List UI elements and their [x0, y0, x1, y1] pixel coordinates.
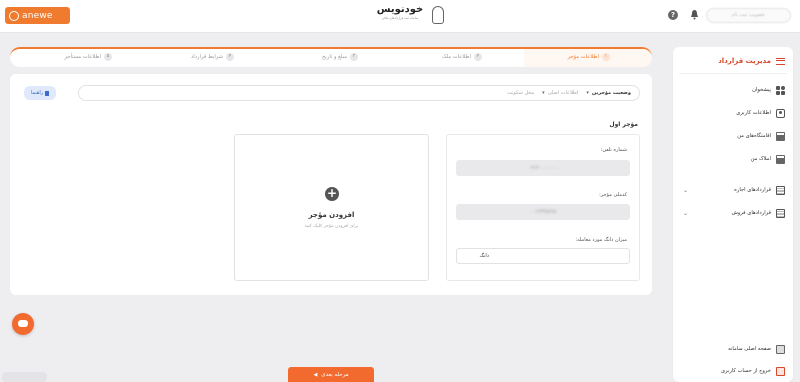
sidebar-item-label: خروج از حساب کاربری	[720, 368, 771, 374]
sidebar-item-rental-contracts[interactable]: قراردادهای اجاره ⌄	[681, 184, 785, 196]
sidebar-item-logout[interactable]: خروج از حساب کاربری	[681, 365, 785, 377]
plus-icon[interactable]: +	[325, 187, 339, 201]
mascot-icon	[432, 6, 444, 24]
national-code-label: کدملی مؤجر:	[599, 192, 627, 198]
step-property-info[interactable]: ۲ اطلاعات ملک	[442, 53, 482, 61]
step-contract-terms[interactable]: ۴ شرایط قرارداد	[191, 53, 234, 61]
chevron-down-icon[interactable]: ▾	[542, 90, 545, 96]
record-icon	[9, 10, 19, 21]
user-icon	[776, 108, 785, 118]
sidebar-item-sale-contracts[interactable]: قراردادهای فروش ⌄	[681, 207, 785, 219]
wizard-stepper: ۱ اطلاعات مؤجر ۲ اطلاعات ملک ۳ مبلغ و تا…	[10, 47, 652, 67]
building-icon	[776, 131, 785, 141]
step-amount-date[interactable]: ۳ مبلغ و تاریخ	[322, 53, 358, 61]
logout-icon	[776, 366, 785, 376]
sidebar-item-label: املاک من	[750, 156, 771, 162]
sidebar-item-label: صفحه اصلی سامانه	[728, 346, 771, 352]
filter-option-main-info[interactable]: اطلاعات اصلی	[548, 90, 579, 96]
sidebar-item-home[interactable]: صفحه اصلی سامانه	[681, 343, 785, 355]
sidebar-item-label: قراردادهای اجاره	[734, 187, 771, 193]
arrow-left-icon: ◀	[313, 371, 318, 378]
next-step-label: مرحله بعدی	[321, 371, 349, 378]
corner-widget	[2, 372, 47, 382]
step-label: اطلاعات مؤجر	[567, 54, 599, 60]
sidebar-item-properties[interactable]: املاک من	[681, 153, 785, 165]
bell-icon[interactable]	[690, 9, 699, 20]
main-card: وضعیت مؤجرین ▾ اطلاعات اصلی ▾ محل سکونت …	[10, 74, 652, 295]
document-icon	[776, 208, 785, 218]
chevron-down-icon[interactable]: ▾	[586, 90, 589, 96]
sidebar-item-label: پیشخوان	[752, 87, 771, 93]
step-label: شرایط قرارداد	[190, 54, 223, 60]
guide-button-label: راهنما	[30, 90, 44, 96]
chevron-down-icon[interactable]: ⌄	[683, 210, 688, 217]
phone-field[interactable]: ۰۹۱۲۰۰۰۰۰۰۰	[456, 160, 630, 176]
watermark-badge: anewe	[5, 7, 70, 24]
top-header: anewe خودنویس سامانه ثبت قراردادهای ملکی…	[0, 0, 800, 33]
home-icon	[776, 344, 785, 354]
brand-logo[interactable]: خودنویس سامانه ثبت قراردادهای ملکی	[366, 4, 444, 28]
brand-subtitle: سامانه ثبت قراردادهای ملکی	[381, 16, 419, 20]
section-title: مؤجر اول	[609, 121, 638, 128]
guide-button[interactable]: راهنما	[24, 86, 56, 100]
chat-icon[interactable]	[12, 313, 34, 335]
dashboard-icon	[776, 85, 785, 95]
sidebar-item-user-info[interactable]: اطلاعات کاربری	[681, 107, 785, 119]
document-icon	[776, 185, 785, 195]
filter-label: وضعیت مؤجرین	[591, 90, 631, 96]
watermark-text: anewe	[22, 10, 53, 21]
book-icon	[45, 90, 50, 96]
divider	[679, 73, 787, 74]
sidebar-item-label: اقامتگاه‌های من	[737, 133, 771, 139]
phone-label: شماره تلفن:	[600, 147, 627, 153]
chevron-down-icon[interactable]: ⌄	[683, 187, 688, 194]
sidebar-item-dashboard[interactable]: پیشخوان	[681, 84, 785, 96]
step-label: مبلغ و تاریخ	[322, 54, 347, 60]
brand-name: خودنویس	[376, 4, 424, 15]
menu-icon[interactable]	[776, 57, 785, 65]
add-landlord-title: افزودن مؤجر	[308, 211, 355, 219]
step-label: اطلاعات مستأجر	[64, 54, 102, 60]
sidebar-item-label: اطلاعات کاربری	[736, 110, 771, 116]
add-landlord-card[interactable]: + افزودن مؤجر برای افزودن مؤجر کلیک کنید	[234, 134, 429, 281]
step-landlord-info[interactable]: ۱ اطلاعات مؤجر	[568, 53, 610, 61]
sidebar-item-label: قراردادهای فروش	[731, 210, 771, 216]
landlord-status-filter[interactable]: وضعیت مؤجرین ▾ اطلاعات اصلی ▾ محل سکونت	[78, 85, 640, 101]
sidebar: مدیریت قرارداد پیشخوان اطلاعات کاربری اق…	[673, 47, 793, 382]
filter-option-residence[interactable]: محل سکونت	[507, 90, 534, 96]
step-tenant-info[interactable]: ۵ اطلاعات مستأجر	[64, 53, 112, 61]
user-account-pill[interactable]: عضویت ثبت نام	[706, 8, 791, 23]
help-icon[interactable]: ?	[668, 10, 678, 20]
add-landlord-subtitle: برای افزودن مؤجر کلیک کنید	[304, 224, 359, 229]
landlord-form: شماره تلفن: ۰۹۱۲۰۰۰۰۰۰۰ کدملی مؤجر: ۰۰۱۲…	[446, 134, 640, 281]
national-code-field[interactable]: ۰۰۱۲۳۴۵۶۷۸	[456, 204, 630, 220]
share-label: میزان دانگ مورد معامله:	[575, 237, 627, 243]
sidebar-title: مدیریت قرارداد	[718, 57, 785, 65]
sidebar-item-residences[interactable]: اقامتگاه‌های من	[681, 130, 785, 142]
step-label: اطلاعات ملک	[441, 54, 471, 60]
next-step-button[interactable]: مرحله بعدی ◀	[288, 367, 374, 382]
share-field[interactable]: دانگ	[456, 248, 630, 264]
building-icon	[776, 154, 785, 164]
